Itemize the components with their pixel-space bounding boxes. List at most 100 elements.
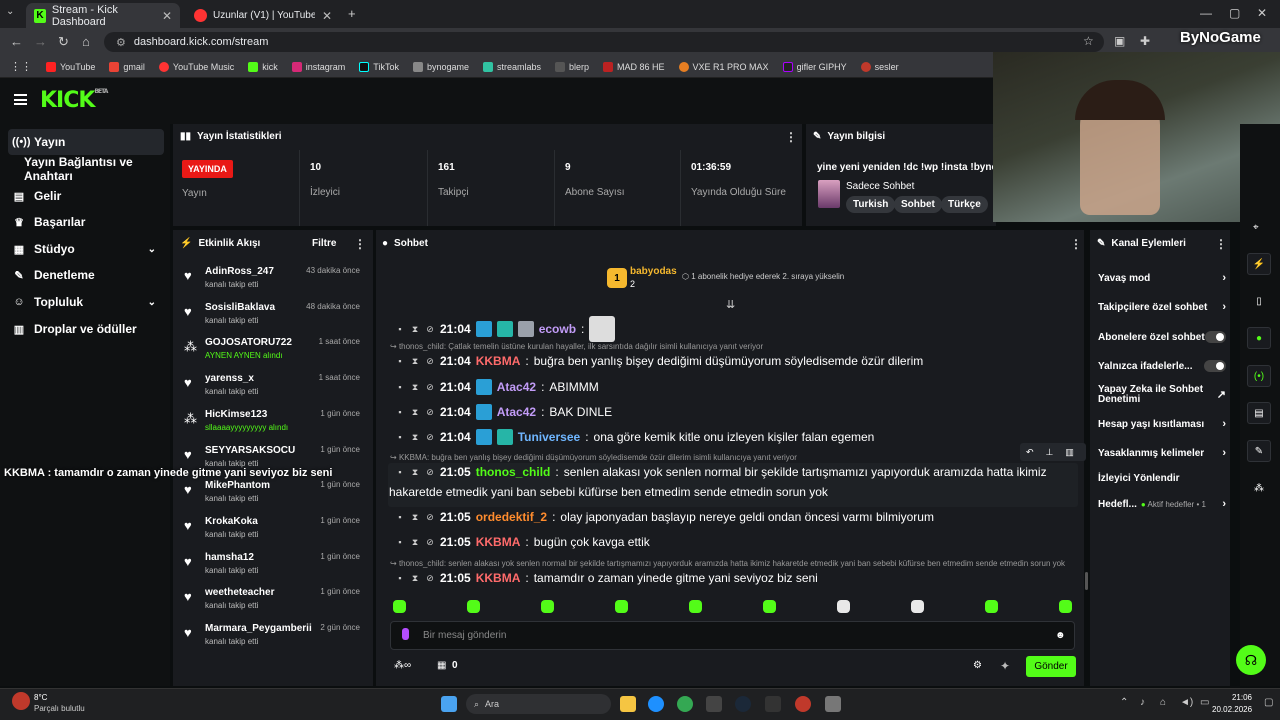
event-username[interactable]: SEYYARSAKSOCU	[205, 445, 295, 456]
chat-username[interactable]: KKBMA	[476, 571, 521, 585]
bookmark-mad86[interactable]: MAD 86 HE	[603, 61, 665, 72]
microphone-icon[interactable]	[402, 628, 409, 640]
stats-menu-icon[interactable]: ⋮	[785, 130, 797, 144]
pinned-user[interactable]: babyodas	[630, 266, 677, 277]
timeout-icon[interactable]: ⧗	[410, 356, 420, 367]
event-username[interactable]: KrokaKoka	[205, 516, 258, 527]
ban-icon[interactable]: ⊘	[425, 382, 435, 393]
chat-username[interactable]: KKBMA	[476, 535, 521, 549]
obs-icon[interactable]	[795, 696, 811, 712]
timeout-icon[interactable]: ⧗	[410, 467, 420, 478]
chat-username[interactable]: ecowb	[539, 322, 576, 336]
help-button[interactable]: ☊	[1236, 645, 1266, 675]
bookmark-instagram[interactable]: instagram	[291, 61, 345, 72]
pin-icon[interactable]: ▪	[395, 407, 405, 417]
sidebar-item-droplar[interactable]: ▥ Droplar ve ödüller	[8, 316, 164, 342]
sidebar-item-topluluk[interactable]: ☺ Topluluk ⌄	[8, 289, 164, 315]
action-slow-mode[interactable]: Yavaş mod ›	[1098, 272, 1226, 284]
expand-icon[interactable]: ⌖	[1253, 222, 1259, 233]
ban-icon[interactable]: ⊘	[425, 537, 435, 548]
emote-icon[interactable]	[541, 600, 554, 613]
emotes-only-toggle[interactable]	[1204, 360, 1226, 372]
reload-icon[interactable]: ↻	[58, 34, 69, 50]
epic-games-icon[interactable]	[765, 696, 781, 712]
clock-time[interactable]: 21:06	[1230, 693, 1252, 702]
volume-icon[interactable]: ◄)	[1180, 697, 1193, 708]
timeout-icon[interactable]: ⧗	[410, 407, 420, 418]
sidebar-item-basarilar[interactable]: ♛ Başarılar	[8, 209, 164, 235]
action-banned-words[interactable]: Yasaklanmış kelimeler ›	[1098, 447, 1226, 459]
ban-icon[interactable]: ⊘	[425, 324, 435, 335]
channel-actions-menu-icon[interactable]: ⋮	[1215, 237, 1227, 251]
timeout-icon[interactable]: ⧗	[410, 382, 420, 393]
gift-icon[interactable]: ▦	[437, 660, 446, 671]
apps-grid-icon[interactable]: ⋮⋮	[10, 60, 32, 73]
mod-tools-icon[interactable]: ✦	[1000, 659, 1010, 673]
ban-icon[interactable]: ⊘	[425, 407, 435, 418]
edge-icon[interactable]	[648, 696, 664, 712]
action-subscribers-only[interactable]: Abonelere özel sohbet	[1098, 331, 1226, 343]
ban-icon[interactable]: ⊘	[425, 573, 435, 584]
battery-icon[interactable]: ▭	[1200, 697, 1209, 708]
emoji-icon[interactable]: ☻	[1055, 630, 1066, 641]
emote-icon[interactable]	[763, 600, 776, 613]
pin-icon[interactable]: ▪	[395, 324, 405, 334]
clock-date[interactable]: 20.02.2026	[1212, 705, 1252, 714]
emote-icon[interactable]	[615, 600, 628, 613]
microphone-tray-icon[interactable]: ♪	[1140, 697, 1145, 708]
menu-icon[interactable]	[14, 94, 27, 105]
event-username[interactable]: AdinRoss_247	[205, 266, 274, 277]
timeout-icon[interactable]: ⧗	[410, 324, 420, 335]
bookmark-vxe[interactable]: VXE R1 PRO MAX	[678, 61, 769, 72]
close-tab-icon[interactable]: ✕	[322, 9, 332, 23]
tab-youtube-music[interactable]: Uzunlar (V1) | YouTube Mus ✕	[186, 3, 340, 28]
pin-icon[interactable]: ▪	[395, 537, 405, 547]
points-icon[interactable]: ⁂∞	[394, 660, 411, 671]
bookmark-kick[interactable]: kick	[248, 61, 278, 72]
emote-icon[interactable]	[689, 600, 702, 613]
emote-icon[interactable]	[467, 600, 480, 613]
puzzle-icon[interactable]: ✚	[1140, 34, 1150, 48]
tab-kick-dashboard[interactable]: K Stream - Kick Dashboard ✕	[26, 3, 180, 28]
timeout-icon[interactable]: ⧗	[410, 432, 420, 443]
bookmark-gmail[interactable]: gmail	[109, 61, 145, 72]
tray-chevron-icon[interactable]: ⌃	[1120, 697, 1128, 708]
community-icon[interactable]: ⁂	[1247, 477, 1271, 499]
send-button[interactable]: Gönder	[1026, 656, 1076, 677]
chat-username[interactable]: Atac42	[497, 405, 536, 419]
event-username[interactable]: HicKimse123	[205, 409, 267, 420]
event-username[interactable]: MikePhantom	[205, 480, 270, 491]
event-username[interactable]: weetheteacher	[205, 587, 274, 598]
settings-icon[interactable]: ⚙	[973, 660, 982, 671]
forward-icon[interactable]: →	[34, 34, 47, 49]
action-followers-only[interactable]: Takipçilere özel sohbet ›	[1098, 301, 1226, 313]
ban-icon[interactable]: ⊘	[425, 512, 435, 523]
timeout-icon[interactable]: ⧗	[410, 573, 420, 584]
sidebar-item-yayin[interactable]: ((•)) Yayın	[8, 129, 164, 155]
file-explorer-icon[interactable]	[620, 696, 636, 712]
emote-icon[interactable]	[985, 600, 998, 613]
bookmark-streamlabs[interactable]: streamlabs	[482, 61, 541, 72]
pin-icon[interactable]: ▪	[395, 356, 405, 366]
pin-icon[interactable]: ▪	[395, 382, 405, 392]
tab-list-icon[interactable]: ⌄	[6, 6, 14, 17]
taskbar-search[interactable]: ⌕ Ara	[466, 694, 611, 714]
start-icon[interactable]	[441, 696, 457, 712]
filter-button[interactable]: Filtre	[312, 238, 336, 249]
pin-icon[interactable]: ▪	[395, 432, 405, 442]
sidebar-item-gelir[interactable]: ▤ Gelir	[8, 183, 164, 209]
bookmark-youtube[interactable]: YouTube	[46, 61, 95, 72]
emote-icon[interactable]	[393, 600, 406, 613]
app-icon[interactable]	[825, 696, 841, 712]
event-username[interactable]: hamsha12	[205, 552, 254, 563]
sidebar-item-denetleme[interactable]: ✎ Denetleme	[8, 262, 164, 288]
kick-logo[interactable]: KICKBETA	[40, 88, 108, 113]
weather-icon[interactable]	[12, 692, 30, 710]
emote-icon[interactable]	[911, 600, 924, 613]
pin-icon[interactable]: ▪	[395, 512, 405, 522]
pin-icon[interactable]: ▪	[395, 467, 405, 477]
pin-icon[interactable]: ▪	[395, 573, 405, 583]
close-tab-icon[interactable]: ✕	[162, 9, 172, 23]
timeout-icon[interactable]: ⧗	[410, 512, 420, 523]
notification-icon[interactable]: ▢	[1264, 697, 1273, 708]
